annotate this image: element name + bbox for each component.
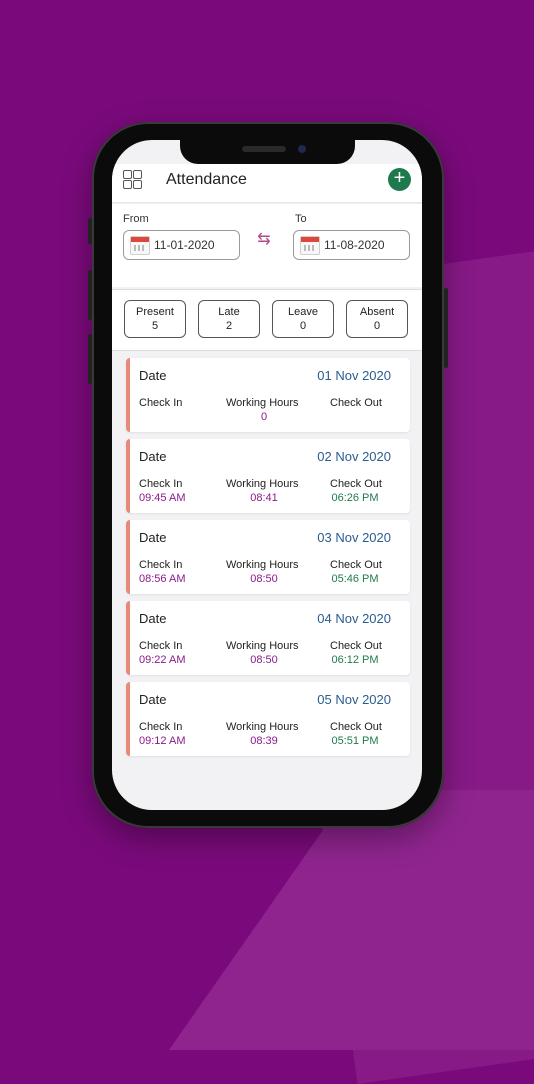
check-in-label: Check In — [139, 397, 183, 409]
phone-notch — [180, 140, 355, 164]
stat-label: Absent — [359, 306, 395, 318]
stat-value: 0 — [299, 320, 307, 332]
working-hours-value: 0 — [260, 411, 268, 423]
front-camera — [298, 145, 306, 153]
check-out-value: 05:46 PM — [331, 573, 379, 585]
check-out-label: Check Out — [330, 397, 382, 409]
check-in-label: Check In — [139, 640, 183, 652]
attendance-record-card[interactable]: Date 01 Nov 2020 Check In Working Hours … — [126, 358, 410, 432]
to-date-field[interactable]: 11-08-2020 — [293, 230, 410, 260]
phone-mute-switch — [88, 218, 92, 244]
to-date-value: 11-08-2020 — [324, 238, 385, 252]
check-in-label: Check In — [139, 478, 183, 490]
plus-icon: + — [393, 167, 406, 189]
check-out-value: 06:26 PM — [331, 492, 379, 504]
swap-arrows-icon[interactable]: ⇆ — [254, 232, 274, 258]
check-out-label: Check Out — [330, 721, 382, 733]
attendance-summary: Present 5 Late 2 Leave 0 Absent 0 — [112, 289, 422, 351]
working-hours-label: Working Hours — [226, 640, 299, 652]
phone-volume-down — [88, 334, 92, 384]
speaker — [242, 146, 286, 152]
from-date-field[interactable]: 11-01-2020 — [123, 230, 240, 260]
stat-absent[interactable]: Absent 0 — [346, 300, 408, 338]
stat-label: Late — [218, 306, 240, 318]
stat-value: 2 — [225, 320, 233, 332]
working-hours-value: 08:41 — [250, 492, 278, 504]
check-out-value: 06:12 PM — [331, 654, 379, 666]
to-label: To — [295, 213, 307, 225]
check-in-value: 08:56 AM — [139, 573, 186, 585]
app-screen: Attendance + From 11-01-2020 ⇆ To 11-08-… — [112, 140, 422, 810]
check-out-label: Check Out — [330, 478, 382, 490]
from-date-value: 11-01-2020 — [154, 238, 215, 252]
app-bar: Attendance + — [112, 164, 422, 202]
date-label: Date — [139, 692, 167, 707]
check-in-label: Check In — [139, 721, 183, 733]
record-date: 01 Nov 2020 — [317, 368, 391, 383]
from-label: From — [123, 213, 149, 225]
working-hours-label: Working Hours — [226, 478, 299, 490]
working-hours-label: Working Hours — [226, 397, 299, 409]
check-out-label: Check Out — [330, 559, 382, 571]
add-button[interactable]: + — [388, 168, 411, 191]
phone-power-button — [444, 288, 448, 368]
check-out-value: 05:51 PM — [331, 735, 379, 747]
attendance-record-card[interactable]: Date 04 Nov 2020 Check In 09:22 AM Worki… — [126, 601, 410, 675]
check-in-label: Check In — [139, 559, 183, 571]
calendar-icon — [130, 236, 150, 255]
attendance-record-card[interactable]: Date 05 Nov 2020 Check In 09:12 AM Worki… — [126, 682, 410, 756]
stat-label: Leave — [288, 306, 318, 318]
working-hours-label: Working Hours — [226, 721, 299, 733]
attendance-record-card[interactable]: Date 02 Nov 2020 Check In 09:45 AM Worki… — [126, 439, 410, 513]
check-in-value: 09:45 AM — [139, 492, 186, 504]
check-in-value: 09:22 AM — [139, 654, 186, 666]
stat-leave[interactable]: Leave 0 — [272, 300, 334, 338]
background-shape — [168, 790, 534, 1050]
date-label: Date — [139, 449, 167, 464]
grid-icon[interactable] — [123, 170, 143, 190]
stat-value: 0 — [373, 320, 381, 332]
stat-present[interactable]: Present 5 — [124, 300, 186, 338]
record-date: 03 Nov 2020 — [317, 530, 391, 545]
working-hours-value: 08:50 — [250, 654, 278, 666]
calendar-icon — [300, 236, 320, 255]
record-date: 02 Nov 2020 — [317, 449, 391, 464]
stat-value: 5 — [151, 320, 159, 332]
working-hours-label: Working Hours — [226, 559, 299, 571]
date-range-filter: From 11-01-2020 ⇆ To 11-08-2020 — [112, 204, 422, 287]
stat-late[interactable]: Late 2 — [198, 300, 260, 338]
working-hours-value: 08:50 — [250, 573, 278, 585]
date-label: Date — [139, 368, 167, 383]
date-label: Date — [139, 530, 167, 545]
page-title: Attendance — [166, 171, 247, 188]
phone-volume-up — [88, 270, 92, 320]
record-date: 04 Nov 2020 — [317, 611, 391, 626]
check-in-value: 09:12 AM — [139, 735, 186, 747]
check-out-label: Check Out — [330, 640, 382, 652]
attendance-record-card[interactable]: Date 03 Nov 2020 Check In 08:56 AM Worki… — [126, 520, 410, 594]
working-hours-value: 08:39 — [250, 735, 278, 747]
record-date: 05 Nov 2020 — [317, 692, 391, 707]
date-label: Date — [139, 611, 167, 626]
stat-label: Present — [136, 306, 174, 318]
